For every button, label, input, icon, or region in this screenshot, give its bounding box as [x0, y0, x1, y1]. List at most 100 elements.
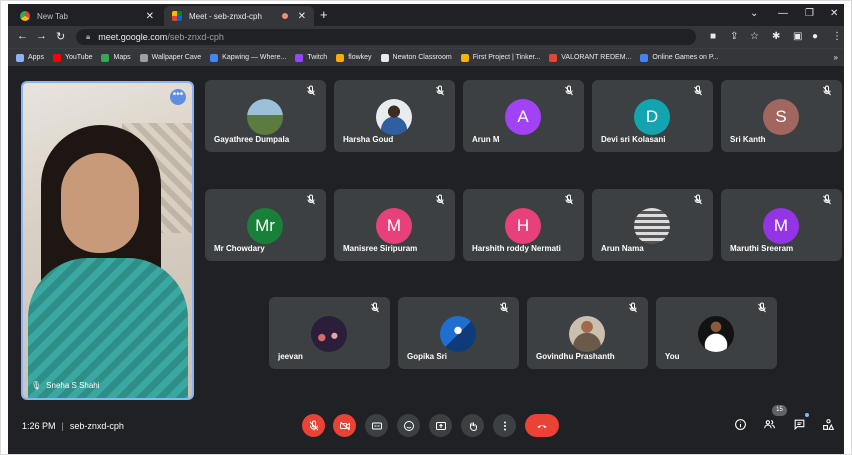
raise-hand-button[interactable] — [461, 414, 484, 437]
participant-tile[interactable]: S Sri Kanth — [721, 80, 842, 152]
close-icon[interactable]: ✕ — [146, 11, 154, 22]
camera-toggle-button[interactable] — [333, 414, 356, 437]
meet-icon — [172, 11, 182, 21]
more-options-button[interactable] — [493, 414, 516, 437]
bookmark-label: VALORANT REDEM... — [561, 54, 632, 61]
more-options-icon[interactable]: ••• — [170, 89, 186, 105]
camera-off-icon — [339, 421, 350, 430]
bookmark-icon — [336, 53, 345, 62]
close-window-icon[interactable]: ✕ — [830, 8, 838, 19]
more-vert-icon — [503, 421, 506, 430]
bookmark-icon — [101, 53, 110, 62]
mic-off-icon — [371, 302, 379, 313]
bookmark-icon — [549, 53, 558, 62]
participant-avatar — [634, 208, 670, 244]
separator: | — [61, 421, 64, 431]
recording-icon — [281, 13, 288, 19]
participant-tile[interactable]: M Manisree Siripuram — [334, 189, 455, 261]
mic-off-icon — [565, 85, 573, 96]
bookmark-item[interactable]: VALORANT REDEM... — [549, 53, 632, 62]
camera-in-use-icon[interactable]: ■ — [710, 31, 716, 42]
tab-meet[interactable]: Meet - seb-znxd-cph ✕ — [164, 6, 314, 26]
participant-name: Maruthi Sreeram — [730, 244, 794, 253]
mic-off-icon — [758, 302, 766, 313]
lock-icon: 🔒︎ — [86, 32, 91, 41]
participant-name: Gopika Sri — [407, 352, 448, 361]
tab-search-chevron-icon[interactable]: ⌄ — [750, 8, 758, 19]
participant-name: You — [665, 352, 680, 361]
meeting-details-button[interactable] — [733, 417, 747, 431]
bookmark-label: Newton Classroom — [392, 54, 452, 61]
chat-button[interactable] — [792, 417, 806, 431]
participant-tile[interactable]: Arun Nama — [592, 189, 713, 261]
bookmark-icon — [460, 53, 469, 62]
side-panel-icon[interactable]: ▣ — [793, 31, 802, 42]
mic-off-icon — [436, 85, 444, 96]
leave-call-button[interactable] — [525, 414, 559, 437]
mic-toggle-button[interactable] — [302, 414, 325, 437]
self-video-tile[interactable]: ••• 🎙︎ Sneha S Shahi — [21, 81, 194, 400]
people-button[interactable] — [762, 417, 776, 431]
bookmark-item[interactable]: Twitch — [295, 53, 327, 62]
address-bar[interactable]: 🔒︎ meet.google.com/seb-znxd-cph — [76, 29, 696, 45]
participant-tile[interactable]: Govindhu Prashanth — [527, 297, 648, 369]
participant-name: Gayathree Dumpala — [214, 135, 290, 144]
participant-tile[interactable]: Harsha Goud — [334, 80, 455, 152]
participant-tile[interactable]: D Devi sri Kolasani — [592, 80, 713, 152]
forward-arrow-icon[interactable]: → — [36, 30, 47, 42]
participant-tile[interactable]: Gopika Sri — [398, 297, 519, 369]
meet-control-bar: 1:26 PM | seb-znxd-cph 15 — [8, 405, 844, 455]
bookmark-item[interactable]: Online Games on P... — [640, 53, 718, 62]
bookmark-item[interactable]: flowkey — [336, 53, 372, 62]
bookmark-item[interactable]: YouTube — [52, 53, 92, 62]
activities-button[interactable] — [821, 417, 835, 431]
participant-name: Mr Chowdary — [214, 244, 265, 253]
participant-avatar — [569, 316, 605, 352]
restore-icon[interactable]: ❐ — [805, 8, 814, 19]
participant-name: Harsha Goud — [343, 135, 394, 144]
minimize-icon[interactable]: — — [778, 8, 788, 19]
browser-toolbar: ← → ↻ 🔒︎ meet.google.com/seb-znxd-cph ■ … — [8, 26, 844, 48]
participant-tile[interactable]: jeevan — [269, 297, 390, 369]
participant-tile[interactable]: H Harshith roddy Nermati — [463, 189, 584, 261]
bookmark-icon — [295, 53, 304, 62]
self-name: Sneha S Shahi — [46, 381, 100, 390]
menu-kebab-icon[interactable]: ⋮ — [832, 31, 842, 42]
participant-tile[interactable]: Mr Mr Chowdary — [205, 189, 326, 261]
present-screen-button[interactable] — [429, 414, 452, 437]
bookmark-item[interactable]: Maps — [101, 53, 131, 62]
mic-off-icon — [694, 85, 702, 96]
bookmark-item[interactable]: Apps — [16, 53, 44, 62]
tab-new-tab[interactable]: New Tab ✕ — [12, 6, 162, 26]
share-icon[interactable]: ⇪ — [730, 31, 738, 42]
mic-off-icon — [309, 420, 318, 430]
participant-tile[interactable]: You — [656, 297, 777, 369]
extensions-icon[interactable]: ✱ — [772, 31, 780, 42]
new-tab-plus-icon[interactable]: + — [320, 7, 328, 22]
emoji-button[interactable] — [397, 414, 420, 437]
bookmark-item[interactable]: First Project | Tinker... — [460, 53, 540, 62]
bookmark-label: Apps — [28, 54, 44, 61]
bookmark-item[interactable]: Newton Classroom — [380, 53, 452, 62]
participant-tile[interactable]: Gayathree Dumpala — [205, 80, 326, 152]
captions-button[interactable] — [365, 414, 388, 437]
bookmark-item[interactable]: Kapwing — Where... — [210, 53, 286, 62]
participant-tile[interactable]: M Maruthi Sreeram — [721, 189, 842, 261]
reload-icon[interactable]: ↻ — [56, 30, 65, 43]
mic-off-icon — [629, 302, 637, 313]
close-icon[interactable]: ✕ — [298, 11, 306, 22]
bookmark-label: Maps — [113, 54, 131, 61]
bookmark-icon — [210, 53, 219, 62]
mic-off-icon — [307, 194, 315, 205]
mic-off-icon — [436, 194, 444, 205]
bookmark-icon — [380, 53, 389, 62]
bookmark-item[interactable]: Wallpaper Cave — [139, 53, 201, 62]
participant-tile[interactable]: A Arun M — [463, 80, 584, 152]
self-video-body — [28, 258, 188, 398]
profile-avatar-icon[interactable]: ● — [812, 31, 818, 42]
back-arrow-icon[interactable]: ← — [17, 30, 28, 42]
bookmark-star-icon[interactable]: ☆ — [750, 31, 759, 42]
participant-name: jeevan — [278, 352, 303, 361]
bookmarks-overflow-icon[interactable]: » — [834, 53, 838, 62]
participant-name: Govindhu Prashanth — [536, 352, 615, 361]
